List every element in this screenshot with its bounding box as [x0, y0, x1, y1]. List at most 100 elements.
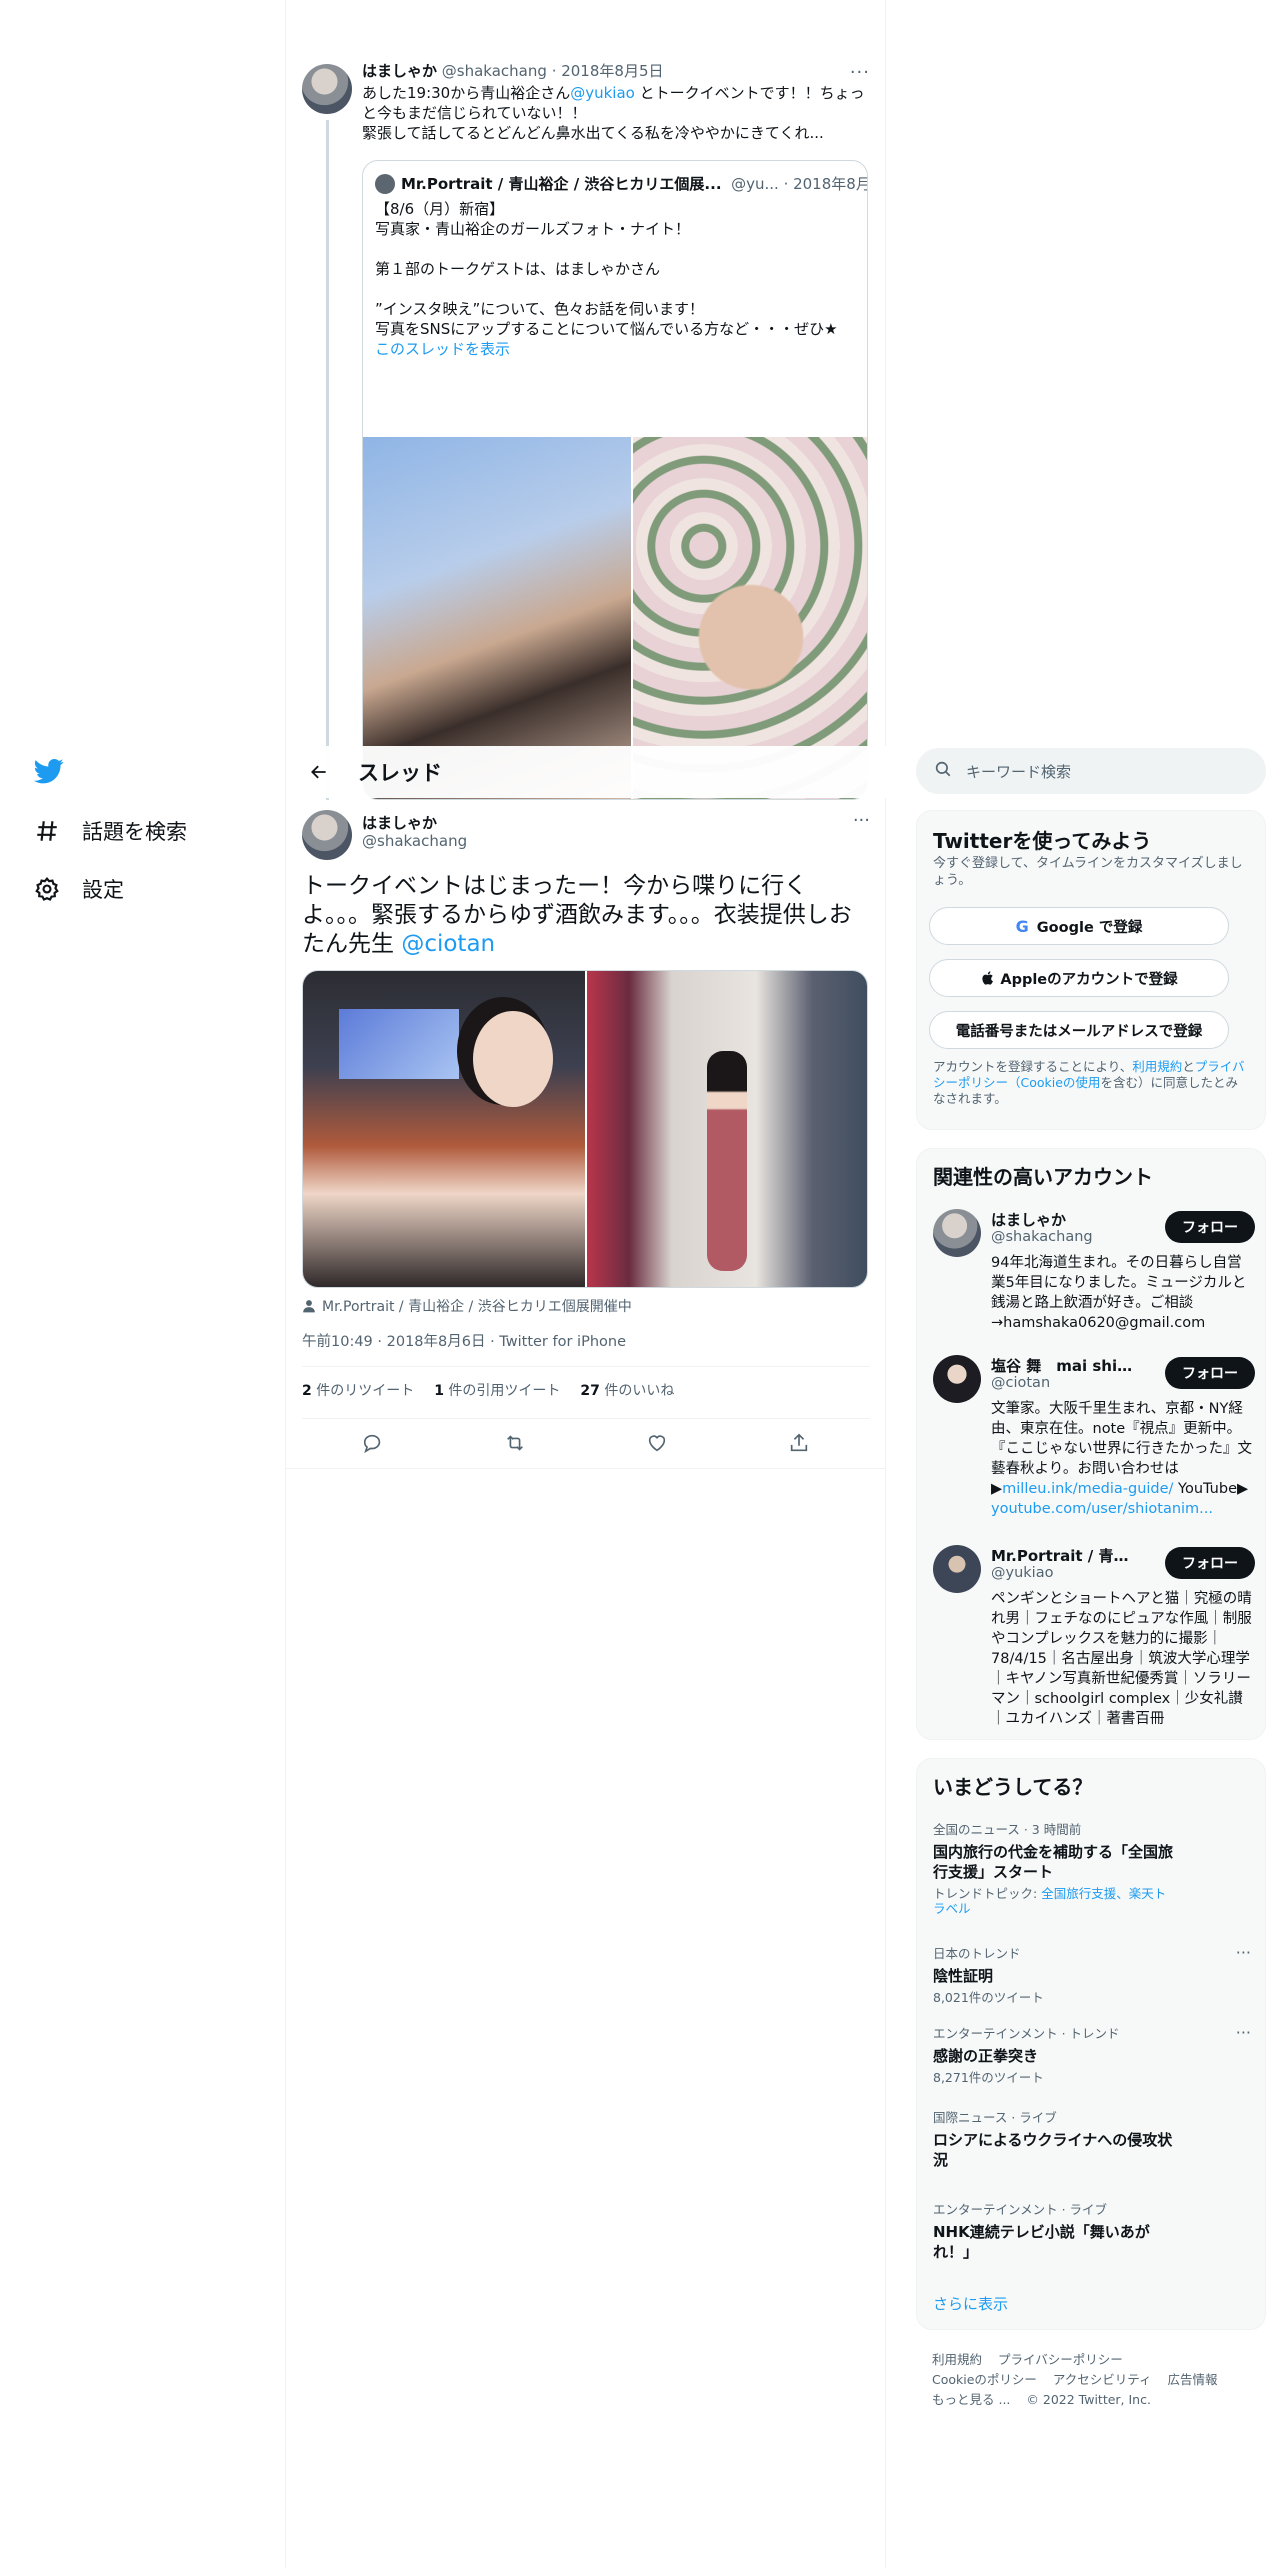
footer-link[interactable]: アクセシビリティ: [1053, 2372, 1152, 2387]
more-options-icon[interactable]: ···: [850, 62, 870, 83]
back-arrow-icon[interactable]: [302, 755, 336, 789]
footer-link[interactable]: プライバシーポリシー: [998, 2352, 1123, 2367]
search-input[interactable]: キーワード検索: [966, 761, 1071, 782]
apple-icon: [980, 970, 994, 986]
show-more-link[interactable]: さらに表示: [933, 2293, 1008, 2314]
stat-label: 件の引用ツイート: [448, 1383, 561, 1399]
tweet-text-part: あした19:30から青山裕企さん: [362, 84, 571, 102]
avatar[interactable]: [933, 1545, 981, 1593]
author-handle[interactable]: @shakachang: [442, 62, 547, 80]
account-bio: ペンギンとショートヘアと猫｜究極の晴れ男｜フェチなのにピュアな作風｜制服やコンプ…: [991, 1591, 1252, 1727]
signup-legal: アカウントを登録することにより、利用規約とプライバシーポリシー（Cookieの使…: [933, 1059, 1249, 1107]
footer-link[interactable]: 広告情報: [1168, 2372, 1218, 2387]
google-signup-button[interactable]: G Google で登録: [929, 907, 1229, 945]
quoted-author-handle: @yu...: [731, 174, 779, 193]
author-name[interactable]: はましゃか: [362, 62, 437, 80]
more-options-icon[interactable]: ···: [853, 810, 870, 831]
search-icon: [934, 760, 952, 782]
quote-count[interactable]: 1 件の引用ツイート: [434, 1380, 560, 1400]
trend-context: 日本のトレンド: [933, 1946, 1021, 1961]
avatar[interactable]: [302, 64, 352, 114]
tagged-user[interactable]: Mr.Portrait / 青山裕企 / 渋谷ヒカリエ個展開催中: [302, 1296, 632, 1316]
like-icon[interactable]: [642, 1428, 672, 1458]
account-handle[interactable]: @yukiao: [991, 1565, 1053, 1581]
trend-topics: トレンドトピック: 全国旅行支援、楽天トラベル: [933, 1886, 1173, 1916]
trend-name: 感謝の正拳突き: [933, 2047, 1039, 2065]
share-icon[interactable]: [784, 1428, 814, 1458]
copyright: © 2022 Twitter, Inc.: [1026, 2392, 1151, 2407]
trend-item[interactable]: 国際ニュース · ライブ ロシアによるウクライナへの侵攻状況: [933, 2107, 1251, 2170]
like-count[interactable]: 27 件のいいね: [580, 1380, 674, 1400]
nav-settings[interactable]: 設定: [32, 874, 124, 904]
reply-icon[interactable]: [358, 1428, 388, 1458]
author-handle[interactable]: @shakachang: [362, 832, 467, 850]
quoted-tweet-card[interactable]: Mr.Portrait / 青山裕企 / 渋谷ヒカリエ個展... @yu... …: [362, 160, 868, 800]
account-name[interactable]: Mr.Portrait / 青山裕企...: [991, 1545, 1141, 1566]
terms-link[interactable]: 利用規約: [1132, 1059, 1182, 1074]
avatar[interactable]: [933, 1209, 981, 1257]
follow-button[interactable]: フォロー: [1165, 1211, 1255, 1243]
mention-link[interactable]: @yukiao: [570, 84, 635, 102]
thread-connector: [326, 120, 329, 800]
person-icon: [302, 1299, 316, 1313]
bio-link[interactable]: milleu.ink/media-guide/: [1002, 1481, 1173, 1497]
gear-icon: [32, 874, 62, 904]
tweet-date[interactable]: · 2018年8月5日: [552, 62, 664, 80]
trend-item[interactable]: 全国のニュース · 3 時間前 国内旅行の代金を補助する「全国旅行支援」スタート…: [933, 1819, 1251, 1916]
tweet-photo-1[interactable]: [303, 971, 585, 1287]
stat-count: 1: [434, 1383, 444, 1399]
trend-item[interactable]: エンターテインメント · トレンド 感謝の正拳突き 8,271件のツイート ··…: [933, 2023, 1251, 2085]
photo-detail: [339, 1009, 459, 1079]
more-options-icon[interactable]: ···: [1236, 1943, 1251, 1962]
account-name[interactable]: はましゃか: [991, 1209, 1141, 1230]
nav-explore[interactable]: 話題を検索: [32, 816, 187, 846]
avatar[interactable]: [933, 1355, 981, 1403]
legal-text: と: [1182, 1059, 1195, 1074]
author-name[interactable]: はましゃか: [362, 812, 437, 833]
avatar: [375, 173, 395, 194]
account-handle[interactable]: @ciotan: [991, 1375, 1050, 1391]
mention-link[interactable]: @ciotan: [401, 931, 495, 957]
button-label: Appleのアカウントで登録: [1000, 971, 1178, 988]
trend-topics-label: トレンドトピック:: [933, 1886, 1042, 1901]
trend-context: 国際ニュース · ライブ: [933, 2110, 1057, 2125]
divider: [302, 1366, 870, 1367]
footer-link[interactable]: 利用規約: [932, 2352, 982, 2367]
account-name[interactable]: 塩谷 舞 mai shiotan...: [991, 1355, 1141, 1376]
google-icon: G: [1015, 916, 1029, 936]
nav-explore-label: 話題を検索: [82, 820, 187, 844]
account-handle[interactable]: @shakachang: [991, 1229, 1093, 1245]
follow-button[interactable]: フォロー: [1165, 1357, 1255, 1389]
more-options-icon[interactable]: ···: [1236, 2023, 1251, 2042]
tweet-text: トークイベントはじまったー！今から喋りに行くよ。。。緊張するからゆず酒飲みます。…: [302, 872, 870, 959]
tweet-timestamp[interactable]: 午前10:49 · 2018年8月6日 · Twitter for iPhone: [302, 1330, 626, 1351]
phone-email-signup-button[interactable]: 電話番号またはメールアドレスで登録: [929, 1011, 1229, 1049]
trend-item[interactable]: エンターテインメント · ライブ NHK連続テレビ小説「舞いあがれ！」: [933, 2199, 1251, 2262]
trend-item[interactable]: 日本のトレンド 陰性証明 8,021件のツイート ···: [933, 1943, 1251, 2005]
follow-button[interactable]: フォロー: [1165, 1547, 1255, 1579]
apple-signup-button[interactable]: Appleのアカウントで登録: [929, 959, 1229, 997]
account-bio: 94年北海道生まれ。その日暮らし自営業5年目になりました。ミュージカルと銭湯と路…: [991, 1255, 1247, 1331]
tweet-text: あした19:30から青山裕企さん@yukiao とトークイベントです！！ちょっと…: [362, 83, 870, 143]
retweet-icon[interactable]: [500, 1428, 530, 1458]
tweet-photo-2[interactable]: [587, 971, 867, 1287]
left-navigation: 話題を検索 設定: [0, 0, 286, 2568]
account-bio: 文筆家。大阪千里生まれ、京都・NY経由、東京在住。note『視点』更新中。『ここ…: [991, 1399, 1255, 1519]
who-to-follow-card: 関連性の高いアカウント はましゃか @shakachang フォロー 94年北海…: [916, 1148, 1266, 1740]
quote-line: 第１部のトークゲストは、はましゃかさん: [375, 260, 661, 278]
quoted-tweet-header: Mr.Portrait / 青山裕企 / 渋谷ヒカリエ個展... @yu... …: [375, 173, 867, 194]
thread-header: スレッド: [286, 746, 886, 798]
who-to-follow-title: 関連性の高いアカウント: [933, 1165, 1153, 1189]
show-thread-link[interactable]: このスレッドを表示: [375, 339, 855, 359]
avatar[interactable]: [302, 810, 352, 860]
trend-tweet-count: 8,271件のツイート: [933, 2070, 1044, 2085]
stat-label: 件のリツイート: [316, 1383, 415, 1399]
quote-line: 写真家・青山裕企のガールズフォト・ナイト！: [375, 220, 691, 238]
footer-link[interactable]: Cookieのポリシー: [932, 2372, 1037, 2387]
tweet-media[interactable]: [302, 970, 868, 1288]
search-box[interactable]: キーワード検索: [916, 748, 1266, 794]
retweet-count[interactable]: 2 件のリツイート: [302, 1380, 414, 1400]
twitter-bird-icon[interactable]: [32, 756, 66, 786]
footer-more-link[interactable]: もっと見る ...: [932, 2392, 1010, 2407]
bio-link[interactable]: youtube.com/user/shiotanim...: [991, 1501, 1213, 1517]
